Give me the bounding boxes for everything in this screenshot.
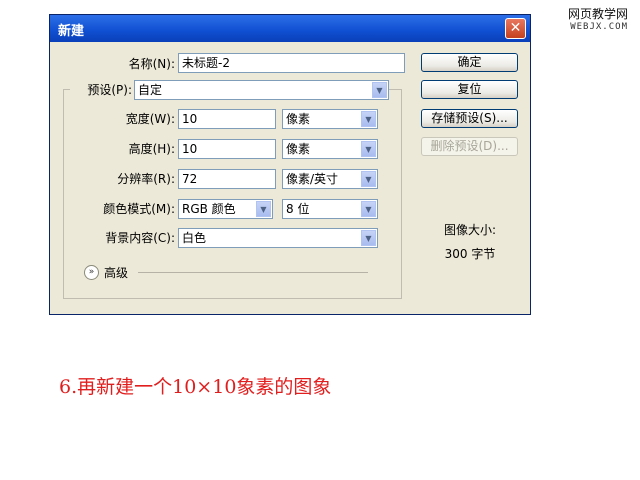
- background-value: 白色: [182, 231, 207, 245]
- image-size-value: 300 字节: [444, 247, 496, 261]
- ok-button[interactable]: 确定: [421, 53, 518, 72]
- height-field[interactable]: 10: [178, 139, 276, 159]
- close-icon[interactable]: ✕: [505, 18, 526, 39]
- delete-preset-button: 删除预设(D)...: [421, 137, 518, 156]
- preset-value: 自定: [138, 83, 163, 97]
- colormode-select[interactable]: RGB 颜色 ▼: [178, 199, 273, 219]
- chevron-down-icon[interactable]: ▼: [361, 230, 376, 246]
- watermark: 网页教学网 WEBJX.COM: [568, 8, 628, 34]
- height-unit-value: 像素: [286, 142, 311, 156]
- height-label: 高度(H):: [128, 142, 175, 156]
- colormode-label: 颜色模式(M):: [103, 202, 175, 216]
- width-field[interactable]: 10: [178, 109, 276, 129]
- chevron-down-icon[interactable]: ▼: [372, 82, 387, 98]
- dialog-title: 新建: [58, 24, 85, 39]
- colormode-value: RGB 颜色: [182, 202, 236, 216]
- name-field[interactable]: 未标题-2: [178, 53, 405, 73]
- bitdepth-value: 8 位: [286, 202, 310, 216]
- width-unit-select[interactable]: 像素 ▼: [282, 109, 378, 129]
- image-size-label: 图像大小:: [443, 223, 497, 237]
- advanced-label[interactable]: 高级: [104, 266, 134, 280]
- resolution-unit-value: 像素/英寸: [286, 172, 339, 186]
- chevron-down-icon[interactable]: ▼: [361, 141, 376, 157]
- resolution-field[interactable]: 72: [178, 169, 276, 189]
- height-unit-select[interactable]: 像素 ▼: [282, 139, 378, 159]
- preset-select[interactable]: 自定 ▼: [134, 80, 389, 100]
- chevron-down-icon[interactable]: ▼: [256, 201, 271, 217]
- expand-advanced-icon[interactable]: »: [84, 265, 99, 280]
- width-unit-value: 像素: [286, 112, 311, 126]
- background-label: 背景内容(C):: [105, 231, 175, 245]
- resolution-label: 分辨率(R):: [117, 172, 175, 186]
- chevron-down-icon[interactable]: ▼: [361, 171, 376, 187]
- preset-label: 预设(P):: [70, 83, 134, 97]
- chevron-down-icon[interactable]: ▼: [361, 111, 376, 127]
- width-label: 宽度(W):: [125, 112, 175, 126]
- name-label: 名称(N):: [128, 57, 175, 71]
- watermark-url: WEBJX.COM: [570, 22, 628, 32]
- new-document-dialog: 新建 ✕ 名称(N): 未标题-2 预设(P): 自定 ▼ 宽度(W): 10 …: [49, 14, 531, 315]
- background-select[interactable]: 白色 ▼: [178, 228, 378, 248]
- bitdepth-select[interactable]: 8 位 ▼: [282, 199, 378, 219]
- save-preset-button[interactable]: 存储预设(S)...: [421, 109, 518, 128]
- advanced-divider: [138, 272, 368, 273]
- chevron-down-icon[interactable]: ▼: [361, 201, 376, 217]
- resolution-unit-select[interactable]: 像素/英寸 ▼: [282, 169, 378, 189]
- reset-button[interactable]: 复位: [421, 80, 518, 99]
- dialog-titlebar[interactable]: 新建 ✕: [50, 15, 530, 42]
- tutorial-caption: 6.再新建一个10×10象素的图象: [59, 376, 332, 398]
- watermark-title: 网页教学网: [567, 7, 628, 21]
